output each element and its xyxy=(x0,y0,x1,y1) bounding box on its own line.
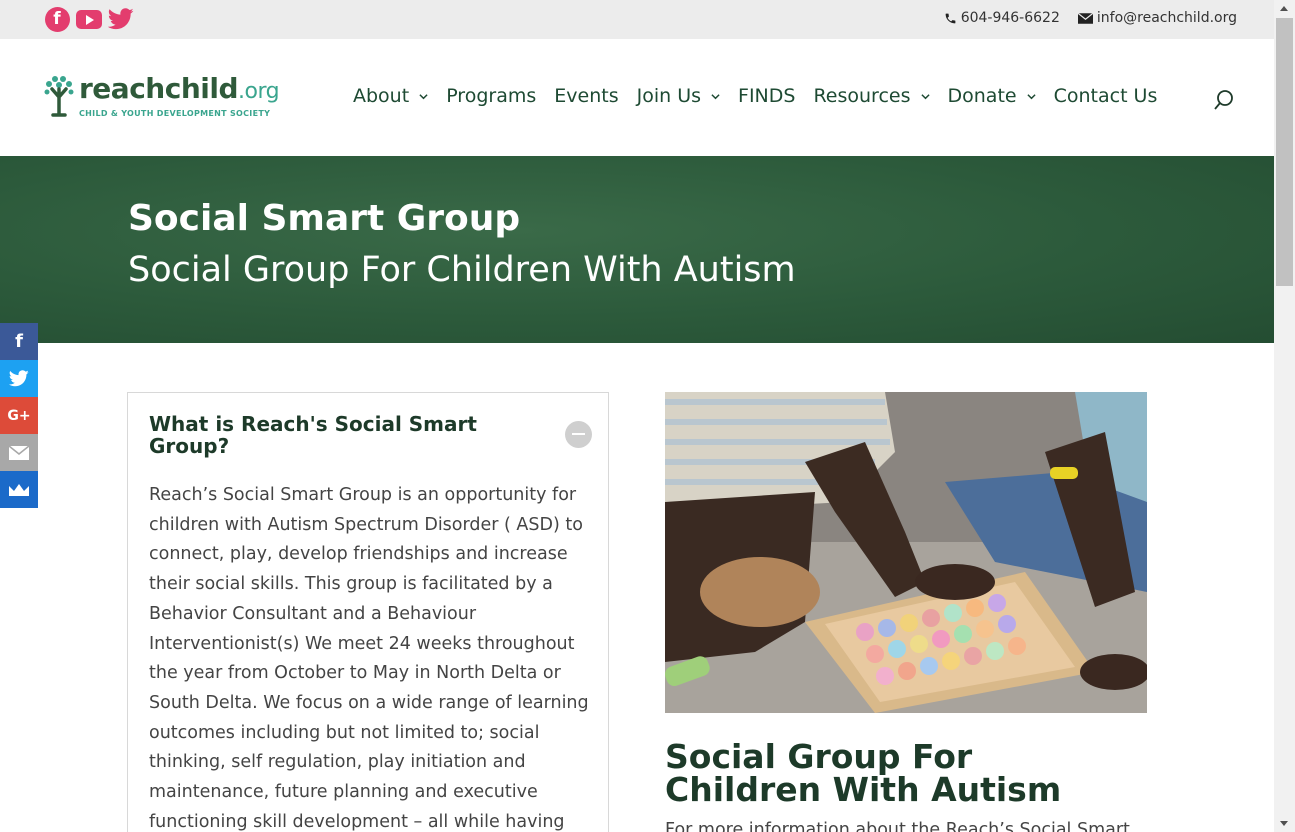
share-email-button[interactable] xyxy=(0,434,38,471)
children-chalk-photo xyxy=(665,392,1147,713)
top-bar: f 604-946-6622 info@reachchild.org xyxy=(0,0,1274,39)
youtube-icon[interactable] xyxy=(76,6,102,32)
share-google-plus-button[interactable]: G+ xyxy=(0,397,38,434)
logo-tagline: CHILD & YOUTH DEVELOPMENT SOCIETY xyxy=(79,109,271,118)
email-icon xyxy=(9,445,29,460)
nav-label: Resources xyxy=(813,85,911,107)
nav-events[interactable]: Events xyxy=(554,85,618,107)
phone-link[interactable]: 604-946-6622 xyxy=(944,10,1060,26)
page-hero: Social Smart Group Social Group For Chil… xyxy=(0,156,1274,343)
logo-tld: .org xyxy=(238,79,280,104)
phone-icon xyxy=(945,13,956,23)
share-sidebar: f G+ xyxy=(0,323,38,508)
share-twitter-button[interactable] xyxy=(0,360,38,397)
main-nav: About Programs Events Join Us FINDS Reso… xyxy=(353,85,1175,107)
twitter-icon xyxy=(9,370,29,387)
nav-label: Contact Us xyxy=(1053,85,1158,107)
nav-label: Donate xyxy=(947,85,1017,107)
nav-label: Join Us xyxy=(636,85,702,107)
tree-logo-icon xyxy=(44,76,74,117)
nav-label: FINDS xyxy=(738,85,796,107)
chevron-down-icon xyxy=(711,93,720,99)
chevron-down-icon xyxy=(419,93,428,99)
site-logo[interactable]: reachchild.org CHILD & YOUTH DEVELOPMENT… xyxy=(43,72,280,119)
accordion-title[interactable]: What is Reach's Social Smart Group? xyxy=(149,413,479,457)
twitter-icon[interactable] xyxy=(108,6,134,32)
google-plus-icon: G+ xyxy=(7,407,31,424)
facebook-icon: f xyxy=(15,331,23,352)
search-icon[interactable] xyxy=(1212,88,1236,112)
chevron-down-icon xyxy=(920,93,930,99)
top-social-links: f xyxy=(44,6,134,32)
nav-join-us[interactable]: Join Us xyxy=(637,85,720,107)
faq-accordion: What is Reach's Social Smart Group? Reac… xyxy=(127,392,609,832)
email-link[interactable]: info@reachchild.org xyxy=(1077,10,1237,26)
accordion-body: Reach’s Social Smart Group is an opportu… xyxy=(149,485,589,832)
facebook-icon[interactable]: f xyxy=(44,6,70,32)
nav-donate[interactable]: Donate xyxy=(948,85,1036,107)
share-facebook-button[interactable]: f xyxy=(0,323,38,360)
collapse-toggle-icon[interactable] xyxy=(565,421,592,448)
nav-about[interactable]: About xyxy=(353,85,428,107)
nav-label: About xyxy=(353,85,410,107)
page-title: Social Smart Group xyxy=(128,198,521,239)
nav-finds[interactable]: FINDS xyxy=(738,85,795,107)
section-intro: For more information about the Reach’s S… xyxy=(665,820,1130,832)
top-contact: 604-946-6622 info@reachchild.org xyxy=(944,10,1237,26)
nav-programs[interactable]: Programs xyxy=(446,85,536,107)
site-header: reachchild.org CHILD & YOUTH DEVELOPMENT… xyxy=(0,39,1274,156)
facebook-glyph: f xyxy=(44,6,70,32)
nav-label: Programs xyxy=(446,85,537,107)
page-subtitle: Social Group For Children With Autism xyxy=(128,250,796,290)
scroll-up-arrow-icon[interactable] xyxy=(1280,6,1288,11)
scroll-down-arrow-icon[interactable] xyxy=(1280,821,1288,826)
nav-contact-us[interactable]: Contact Us xyxy=(1054,85,1158,107)
scroll-thumb[interactable] xyxy=(1276,18,1293,286)
page-scrollbar[interactable] xyxy=(1274,0,1295,832)
chevron-down-icon xyxy=(1026,93,1036,99)
logo-wordmark: reachchild xyxy=(79,72,239,105)
section-heading: Social Group For Children With Autism xyxy=(665,737,1062,809)
nav-label: Events xyxy=(554,85,619,107)
nav-resources[interactable]: Resources xyxy=(813,85,930,107)
envelope-icon xyxy=(1077,12,1093,24)
crown-icon xyxy=(9,483,29,496)
phone-number: 604-946-6622 xyxy=(960,10,1060,26)
email-address: info@reachchild.org xyxy=(1096,10,1237,26)
share-sumome-button[interactable] xyxy=(0,471,38,508)
